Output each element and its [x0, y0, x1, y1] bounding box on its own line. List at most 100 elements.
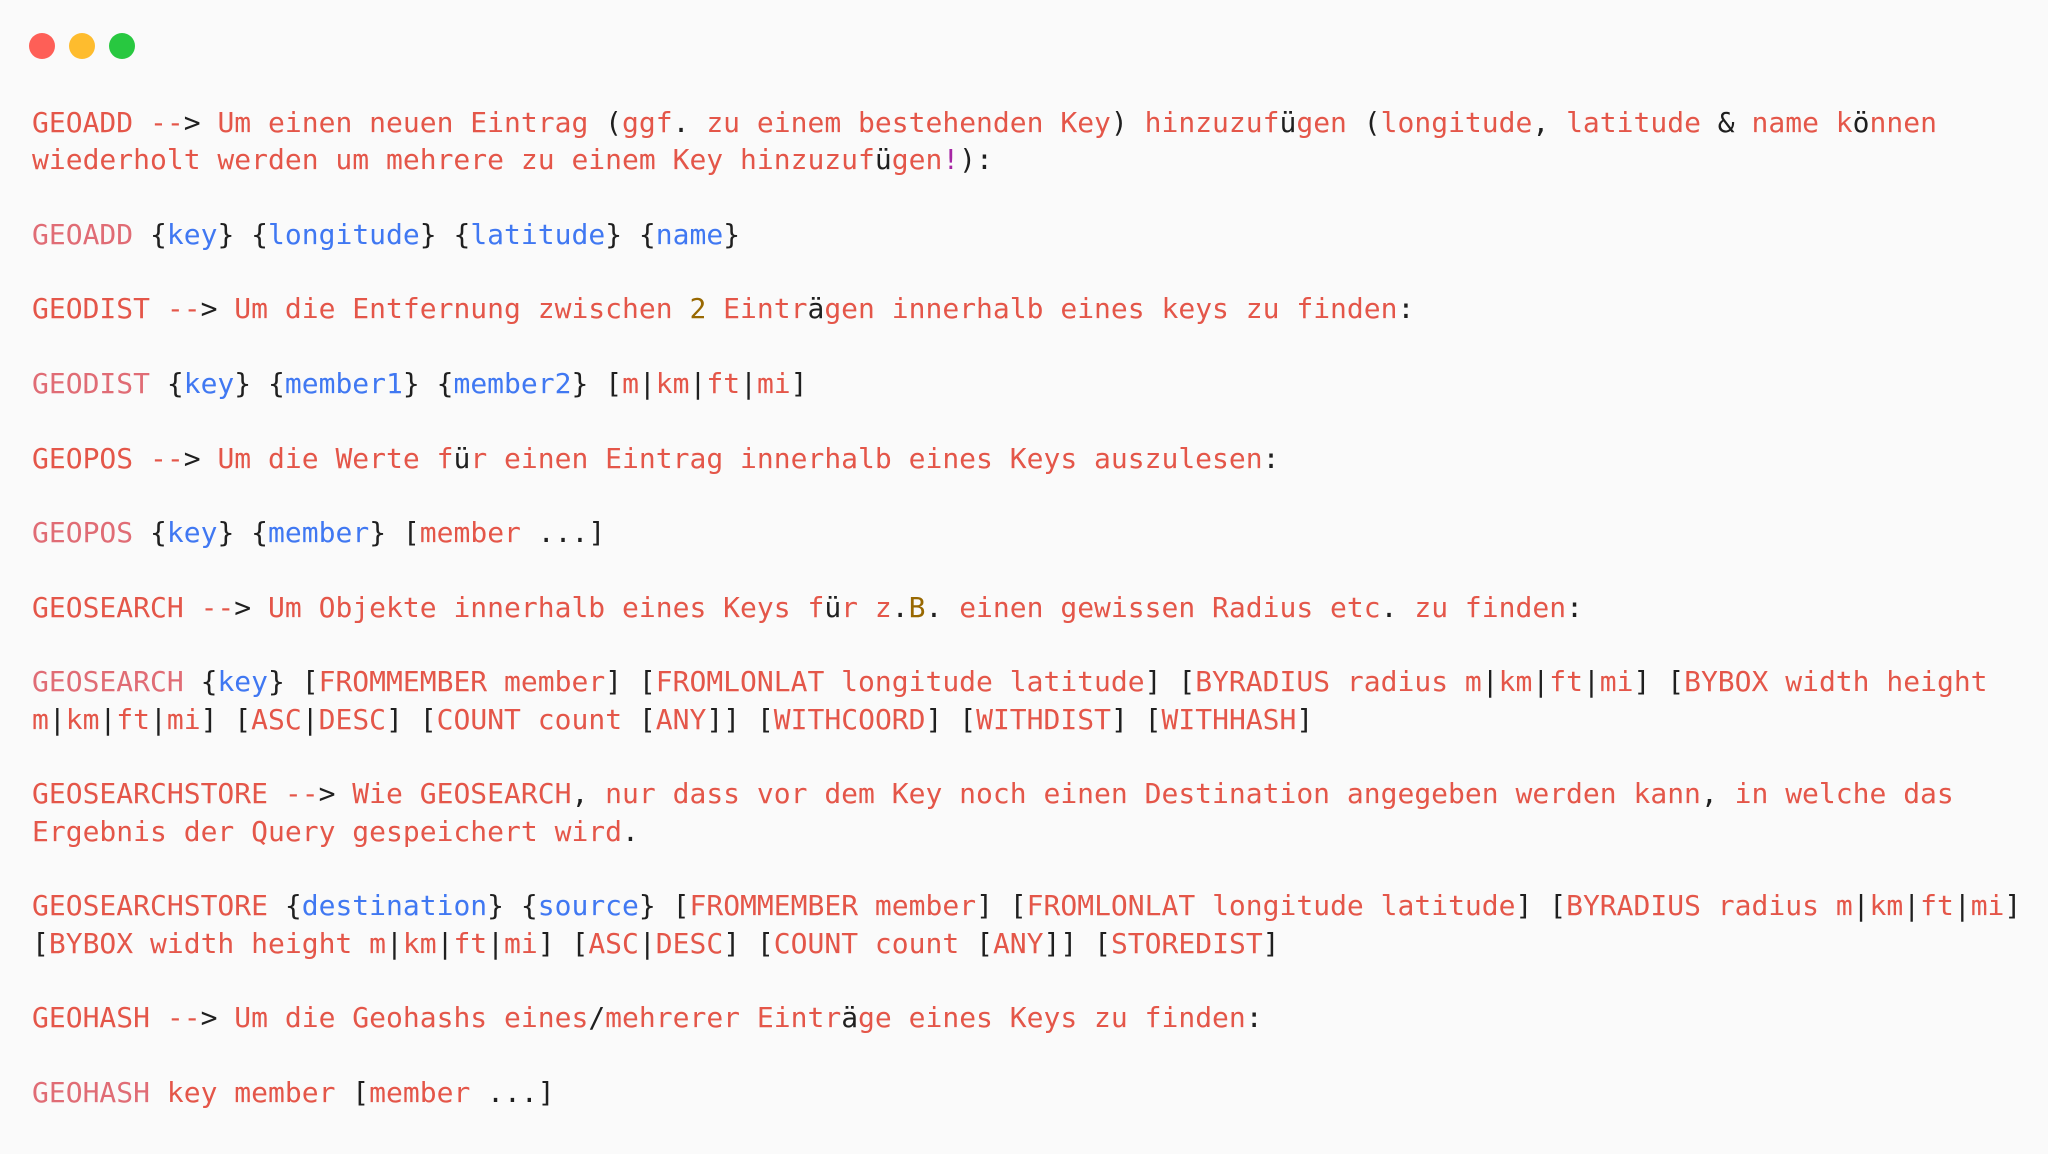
code-token: ,	[1532, 106, 1567, 139]
code-token: km	[65, 702, 100, 736]
code-token: WITHHASH	[1161, 702, 1297, 736]
code-token: ü	[874, 143, 892, 177]
code-token: mi	[756, 367, 791, 401]
code-token: GEOPOS --	[32, 441, 184, 475]
code-line: GEOPOS {key} {member} [member ...]	[32, 514, 2022, 551]
code-line: GEOHASH --> Um die Geohashs eines/mehrer…	[32, 999, 2022, 1036]
code-token: GEOSEARCH --	[32, 590, 235, 624]
code-token: mehrerer Eintr	[605, 1001, 842, 1035]
code-token: [	[352, 1075, 370, 1109]
code-token: einen gewissen Radius etc	[959, 590, 1381, 624]
code-token: GEODIST --	[32, 292, 201, 326]
code-token: key	[166, 217, 218, 251]
code-token: } [	[571, 367, 623, 401]
code-token: } {	[402, 367, 454, 401]
close-button[interactable]	[29, 33, 55, 59]
code-token: ü	[453, 441, 471, 475]
code-token: COUNT count	[436, 702, 639, 736]
code-token: B	[908, 590, 926, 624]
code-token: FROMLONLAT longitude latitude	[655, 665, 1145, 699]
code-token: ]	[790, 367, 808, 401]
code-token: |	[689, 367, 707, 401]
code-token: ft	[706, 367, 741, 401]
code-token: latitude	[1566, 106, 1718, 139]
code-token: ] [	[1110, 702, 1162, 736]
code-token: STOREDIST	[1110, 926, 1263, 960]
code-token: {	[284, 889, 302, 923]
code-token: ] [	[1144, 665, 1196, 699]
code-token: } {	[605, 217, 656, 251]
code-token: &	[1717, 106, 1752, 139]
code-token: GEOSEARCH	[32, 665, 201, 699]
code-token: r einen Eintrag innerhalb eines Keys aus…	[470, 441, 1263, 475]
code-token: (	[1363, 106, 1381, 139]
code-line: GEOPOS --> Um die Werte für einen Eintra…	[32, 440, 2022, 477]
code-token: >	[200, 292, 235, 326]
code-token: km	[1869, 889, 1904, 923]
code-token: r z	[841, 590, 892, 624]
code-token: mi	[166, 702, 201, 736]
code-token: |	[150, 702, 167, 736]
code-token: BYRADIUS radius m	[1566, 889, 1853, 923]
code-token: DESC	[655, 926, 724, 960]
code-token: .	[925, 590, 960, 624]
code-token: {	[166, 367, 184, 401]
code-token: } {	[487, 889, 538, 923]
code-token: ]] [	[1043, 926, 1111, 960]
code-line: GEODIST {key} {member1} {member2} [m|km|…	[32, 365, 2022, 402]
code-token: >	[234, 590, 269, 624]
code-line: GEODIST --> Um die Entfernung zwischen 2…	[32, 290, 2022, 327]
code-window: GEOADD --> Um einen neuen Eintrag (ggf. …	[0, 0, 2048, 1154]
code-token: Um Objekte innerhalb eines Keys f	[268, 590, 825, 624]
code-token: gen	[891, 143, 943, 177]
code-block: GEOADD --> Um einen neuen Eintrag (ggf. …	[32, 104, 2022, 1111]
code-token: ] [	[1515, 889, 1567, 923]
code-token: GEOPOS	[32, 516, 151, 550]
code-token: ge eines Keys zu finden	[858, 1001, 1246, 1035]
minimize-button[interactable]	[69, 33, 95, 59]
code-token: key	[217, 665, 269, 699]
code-token: ] [	[925, 702, 977, 736]
code-token: |	[436, 926, 454, 960]
code-token: {	[200, 665, 218, 699]
code-token: } [	[268, 665, 319, 699]
code-token: ASC	[588, 926, 639, 960]
code-token: km	[1498, 665, 1533, 699]
code-token: GEODIST	[32, 367, 167, 401]
maximize-button[interactable]	[109, 33, 135, 59]
code-token: COUNT count	[773, 926, 977, 960]
code-token: ü	[824, 590, 842, 624]
code-token: WITHCOORD	[773, 702, 926, 736]
code-token: longitude	[1380, 106, 1533, 139]
code-token: ]	[1296, 702, 1314, 736]
code-token: |	[1481, 665, 1499, 699]
code-token: latitude	[470, 217, 606, 251]
code-token: }	[723, 217, 741, 251]
code-token: |	[1903, 889, 1921, 923]
code-token: {	[150, 217, 167, 251]
code-token: !	[942, 143, 960, 177]
code-token: member	[369, 1075, 488, 1109]
code-token: GEOADD	[32, 217, 151, 251]
code-token: gen innerhalb eines keys zu finden	[824, 292, 1398, 326]
code-token: [	[638, 702, 656, 736]
code-token: FROMMEMBER member	[318, 665, 606, 699]
code-token: >	[200, 1001, 235, 1035]
code-token: 2	[689, 292, 707, 326]
code-token: /	[588, 1001, 606, 1035]
code-token: .	[622, 814, 639, 848]
code-token: GEOSEARCHSTORE --	[32, 777, 319, 811]
code-token: {	[150, 516, 167, 550]
code-line: GEOHASH key member [member ...]	[32, 1074, 2022, 1111]
code-token: ft	[1920, 889, 1954, 923]
code-token: >	[183, 441, 218, 475]
title-bar	[0, 0, 2048, 80]
code-token: ] [	[386, 702, 437, 736]
code-token: GEOHASH --	[32, 1001, 201, 1035]
code-token: :	[1262, 441, 1280, 475]
